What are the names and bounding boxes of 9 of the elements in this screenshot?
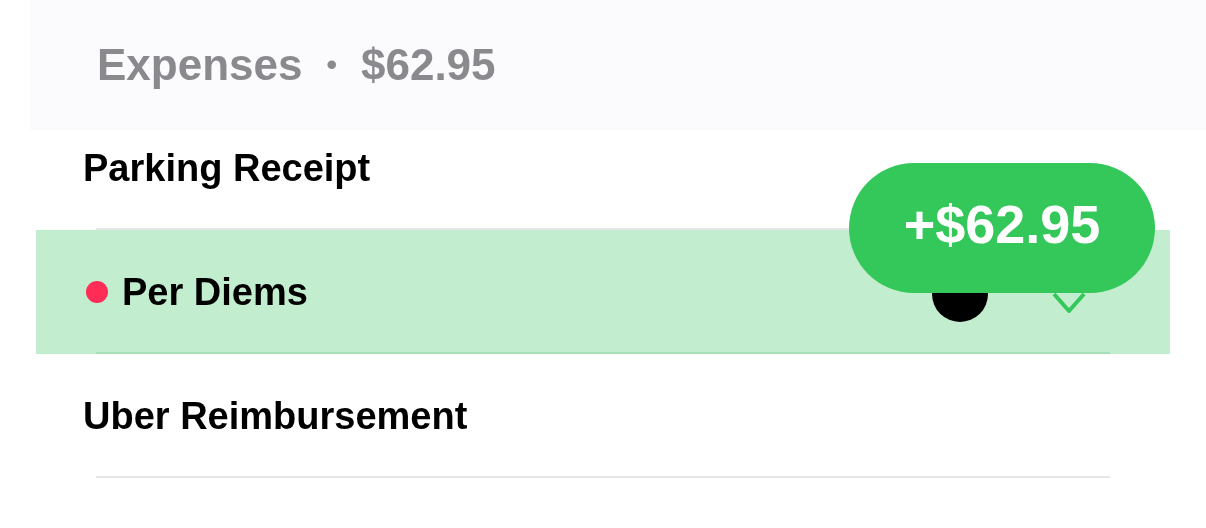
list-row[interactable]: Uber Reimbursement bbox=[36, 354, 1170, 478]
tooltip-tail-icon bbox=[1051, 291, 1087, 315]
amount-tooltip: +$62.95 bbox=[849, 163, 1155, 293]
row-title: Per Diems bbox=[122, 270, 308, 314]
row-title: Parking Receipt bbox=[83, 146, 371, 190]
total-amount: $62.95 bbox=[361, 40, 496, 90]
list-title: Expenses bbox=[97, 40, 303, 90]
row-title: Uber Reimbursement bbox=[83, 394, 468, 438]
separator-dot: • bbox=[326, 48, 337, 82]
